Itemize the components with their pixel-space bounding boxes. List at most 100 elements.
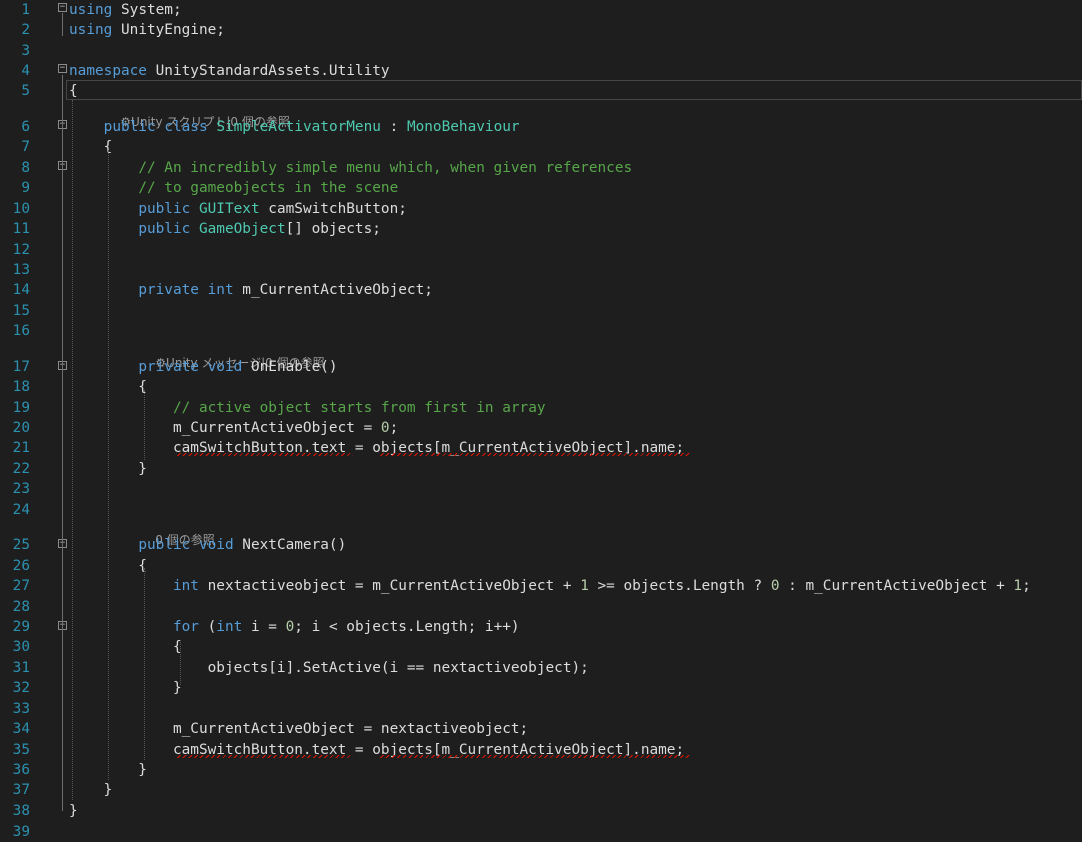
code-line[interactable]: 30 { [0, 637, 1082, 657]
error-squiggle[interactable] [177, 755, 353, 758]
line-number: 21 [12, 440, 30, 456]
code-token: nextactiveobject = m_CurrentActiveObject… [198, 578, 581, 594]
code-token: namespace [69, 63, 147, 79]
code-token: : [380, 119, 407, 135]
line-number: 20 [12, 420, 30, 436]
code-text: // active object starts from first in ar… [69, 398, 546, 418]
code-line[interactable]: 3 [0, 41, 1082, 61]
code-token: UnityEngine; [112, 22, 225, 38]
code-text: public GameObject[] objects; [69, 219, 381, 239]
code-token: 1 [1013, 578, 1023, 594]
line-number: 29 [12, 619, 30, 635]
indent-guide [180, 640, 181, 685]
code-line[interactable]: 16 [0, 321, 1082, 341]
line-number: 23 [12, 481, 30, 497]
code-token: OnEnable() [242, 359, 338, 375]
line-number: 1 [21, 2, 30, 18]
collapse-region-icon[interactable]: − [58, 64, 67, 73]
fold-bracket [62, 372, 63, 469]
code-token: ( [198, 619, 217, 635]
code-line[interactable]: 18 { [0, 377, 1082, 397]
line-number: 17 [12, 359, 30, 375]
code-token: MonoBehaviour [406, 119, 520, 135]
code-line[interactable]: 10 public GUIText camSwitchButton; [0, 199, 1082, 219]
code-token: void [198, 537, 234, 553]
code-line[interactable]: 12 [0, 240, 1082, 260]
code-line[interactable]: 4 namespace UnityStandardAssets.Utility [0, 61, 1082, 81]
code-token: m_CurrentActiveObject = [69, 420, 381, 436]
code-token: { [69, 139, 113, 155]
code-line[interactable]: 2 using UnityEngine; [0, 20, 1082, 40]
code-token: camSwitchButton; [259, 201, 407, 217]
line-number: 13 [12, 262, 30, 278]
code-token: private [138, 282, 199, 298]
code-line[interactable]: 33 [0, 699, 1082, 719]
code-text: { [69, 637, 182, 657]
code-line[interactable]: 22 } [0, 459, 1082, 479]
code-line[interactable]: 24 [0, 500, 1082, 520]
code-line[interactable]: 25 public void NextCamera() [0, 535, 1082, 555]
code-line[interactable]: 37 } [0, 780, 1082, 800]
code-line[interactable]: 31 objects[i].SetActive(i == nextactiveo… [0, 658, 1082, 678]
code-line[interactable]: 11 public GameObject[] objects; [0, 219, 1082, 239]
code-line[interactable]: 32 } [0, 678, 1082, 698]
fold-bracket [62, 13, 63, 36]
code-token: i = [242, 619, 286, 635]
code-line[interactable]: 7 { [0, 137, 1082, 157]
code-line[interactable]: 9 // to gameobjects in the scene [0, 178, 1082, 198]
code-line[interactable]: 6 public class SimpleActivatorMenu : Mon… [0, 117, 1082, 137]
code-text: private void OnEnable() [69, 357, 338, 377]
code-text: // An incredibly simple menu which, when… [69, 158, 632, 178]
code-line[interactable]: 13 [0, 260, 1082, 280]
code-line[interactable]: 34 m_CurrentActiveObject = nextactiveobj… [0, 719, 1082, 739]
code-line[interactable]: 14 private int m_CurrentActiveObject; [0, 280, 1082, 300]
code-line[interactable]: 27 int nextactiveobject = m_CurrentActiv… [0, 576, 1082, 596]
code-token: public [138, 201, 191, 217]
code-line[interactable]: 1 using System; [0, 0, 1082, 20]
line-number: 35 [12, 742, 30, 758]
code-line[interactable]: 20 m_CurrentActiveObject = 0; [0, 418, 1082, 438]
code-line[interactable]: 15 [0, 301, 1082, 321]
code-token: class [164, 119, 208, 135]
code-text: m_CurrentActiveObject = nextactiveobject… [69, 719, 528, 739]
fold-bracket [62, 632, 63, 690]
error-squiggle[interactable] [177, 453, 353, 456]
line-number: 12 [12, 242, 30, 258]
code-token: objects[i].SetActive(i == nextactiveobje… [69, 660, 589, 676]
code-token: ; [389, 420, 399, 436]
code-text: { [69, 81, 78, 101]
code-line[interactable]: 5{ [0, 81, 1082, 101]
code-token: } [69, 680, 182, 696]
code-line[interactable]: 38} [0, 801, 1082, 821]
code-token: } [69, 782, 113, 798]
error-squiggle[interactable] [380, 755, 690, 758]
code-line[interactable]: 28 [0, 597, 1082, 617]
code-line[interactable]: 17 private void OnEnable() [0, 357, 1082, 377]
code-line[interactable]: 36 } [0, 760, 1082, 780]
line-number: 15 [12, 303, 30, 319]
code-text: public GUIText camSwitchButton; [69, 199, 407, 219]
code-line[interactable]: 26 { [0, 556, 1082, 576]
code-token: public [103, 119, 156, 135]
code-line[interactable]: 23 [0, 479, 1082, 499]
code-token: // active object starts from first in ar… [172, 400, 546, 416]
indent-guide [72, 100, 73, 800]
code-line[interactable]: 39 [0, 822, 1082, 842]
line-number: 28 [12, 599, 30, 615]
code-text: public class SimpleActivatorMenu : MonoB… [69, 117, 520, 137]
code-text: int nextactiveobject = m_CurrentActiveOb… [69, 576, 1031, 596]
code-editor[interactable]: ⚙Unity スクリプト|0 個の参照 ⚙Unity メッセージ|0 個の参照 … [0, 0, 1082, 841]
collapse-region-icon[interactable]: − [58, 3, 67, 12]
line-number: 7 [21, 139, 30, 155]
code-line[interactable]: 19 // active object starts from first in… [0, 398, 1082, 418]
code-token: NextCamera() [233, 537, 347, 553]
line-number: 19 [12, 400, 30, 416]
code-line[interactable]: 29 for (int i = 0; i < objects.Length; i… [0, 617, 1082, 637]
error-squiggle[interactable] [380, 453, 690, 456]
code-line[interactable]: 8 // An incredibly simple menu which, wh… [0, 158, 1082, 178]
